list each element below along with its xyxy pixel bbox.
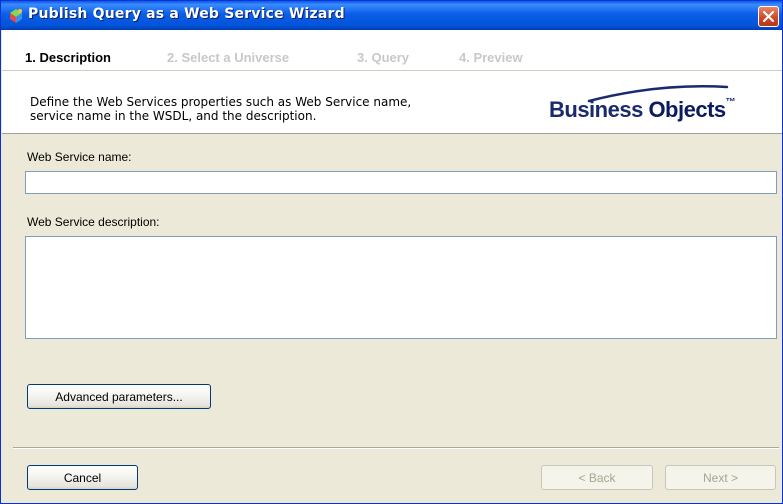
- web-service-description-label: Web Service description:: [27, 215, 160, 229]
- wizard-window: Publish Query as a Web Service Wizard 1.…: [0, 0, 783, 504]
- description-line-1: Define the Web Services properties such …: [30, 95, 412, 109]
- logo-text: Business Objects™: [549, 97, 736, 123]
- close-icon: [763, 11, 774, 22]
- close-button[interactable]: [758, 6, 779, 27]
- footer-separator: [13, 447, 779, 449]
- title-bar[interactable]: Publish Query as a Web Service Wizard: [1, 1, 782, 30]
- web-service-name-input[interactable]: [25, 171, 777, 194]
- logo-text-objects: Objects: [648, 97, 726, 122]
- back-button[interactable]: < Back: [541, 465, 653, 490]
- advanced-parameters-button[interactable]: Advanced parameters...: [27, 384, 211, 409]
- cancel-button[interactable]: Cancel: [27, 465, 138, 490]
- step-query: 3. Query: [357, 50, 410, 65]
- next-button[interactable]: Next >: [665, 465, 776, 490]
- description-line-2: service name in the WSDL, and the descri…: [30, 109, 317, 123]
- wizard-steps: 1. Description 2. Select a Universe 3. Q…: [2, 30, 782, 71]
- page-description: Define the Web Services properties such …: [30, 95, 530, 123]
- app-icon: [7, 7, 25, 25]
- web-service-name-label: Web Service name:: [27, 150, 132, 164]
- window-title: Publish Query as a Web Service Wizard: [28, 6, 345, 22]
- web-service-description-input[interactable]: [25, 236, 777, 339]
- step-description: 1. Description: [25, 50, 111, 65]
- step-select-universe: 2. Select a Universe: [167, 50, 290, 65]
- logo-text-business: Business: [549, 97, 649, 122]
- step-preview: 4. Preview: [459, 50, 523, 65]
- business-objects-logo: Business Objects™: [549, 81, 781, 131]
- logo-trademark: ™: [725, 97, 736, 108]
- header-panel: Define the Web Services properties such …: [2, 71, 782, 134]
